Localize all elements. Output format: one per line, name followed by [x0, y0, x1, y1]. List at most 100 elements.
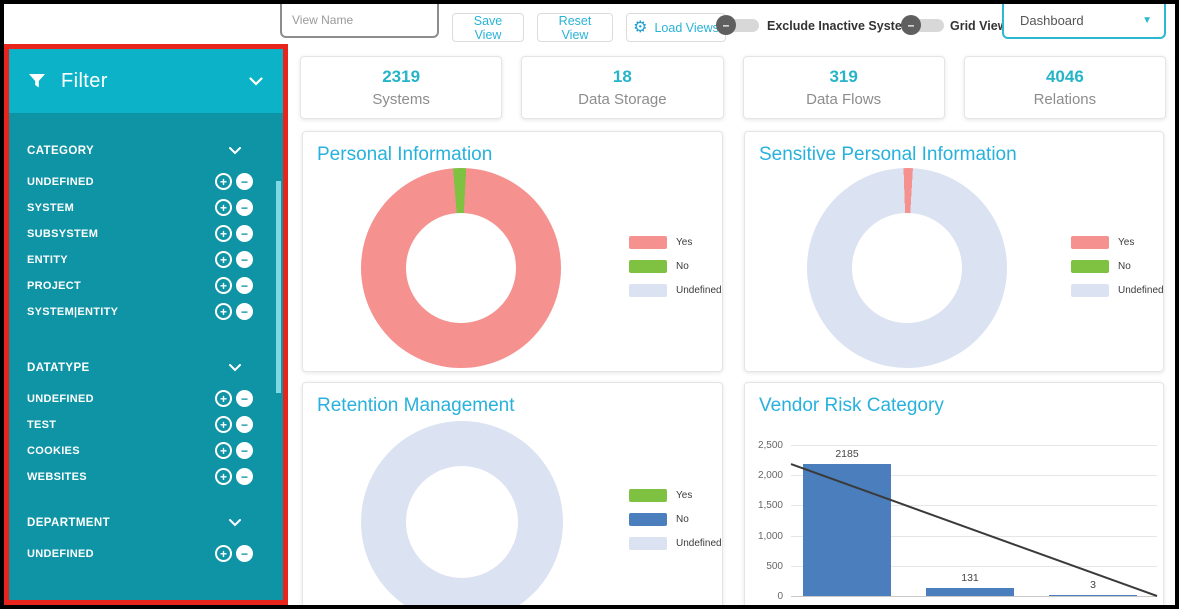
minus-circle-icon[interactable]: − [236, 416, 253, 433]
minus-circle-icon[interactable]: − [236, 173, 253, 190]
minus-circle-icon[interactable]: − [236, 251, 253, 268]
grid-view-toggle[interactable]: – [901, 15, 949, 35]
view-selector-dropdown[interactable]: Dashboard ▼ [1002, 4, 1166, 39]
legend-swatch [629, 537, 667, 550]
y-axis-tick-label: 0 [745, 591, 783, 602]
personal-information-card: Personal Information YesNoUndefined [302, 131, 723, 372]
sidebar-scrollbar[interactable] [276, 181, 281, 393]
filter-section-header-datatype[interactable]: DATATYPE [27, 360, 265, 376]
filter-item-label: UNDEFINED [27, 393, 215, 405]
load-views-label: Load Views [654, 21, 718, 35]
stat-label: Data Flows [806, 91, 881, 108]
plus-circle-icon[interactable]: + [215, 468, 232, 485]
chart-title: Vendor Risk Category [759, 395, 944, 417]
legend-swatch [629, 513, 667, 526]
grid-view-label: Grid View [950, 19, 1007, 33]
minus-circle-icon[interactable]: − [236, 390, 253, 407]
view-name-input[interactable] [280, 4, 439, 38]
legend-item-undefined: Undefined [629, 284, 722, 297]
plus-circle-icon[interactable]: + [215, 416, 232, 433]
filter-body: CATEGORYUNDEFINED+−SYSTEM+−SUBSYSTEM+−EN… [9, 113, 283, 600]
plus-circle-icon[interactable]: + [215, 277, 232, 294]
filter-section-header-category[interactable]: CATEGORY [27, 143, 265, 159]
filter-item-undefined: UNDEFINED+− [27, 545, 265, 562]
filter-section-department: DEPARTMENT UNDEFINED+− [27, 515, 265, 562]
legend-label: No [1118, 261, 1131, 272]
minus-circle-icon[interactable]: − [236, 225, 253, 242]
filter-item-label: UNDEFINED [27, 176, 215, 188]
filter-item-buttons: +− [215, 277, 253, 294]
y-axis-tick-label: 2,000 [745, 470, 783, 481]
filter-sidebar-annotation: Filter CATEGORYUNDEFINED+−SYSTEM+−SUBSYS… [4, 44, 288, 605]
donut-ring [361, 421, 563, 609]
chevron-down-icon[interactable] [229, 364, 241, 372]
filter-item-buttons: +− [215, 390, 253, 407]
filter-item-label: TEST [27, 419, 215, 431]
retention-management-card: Retention Management YesNoUndefined [302, 382, 723, 609]
legend-swatch [629, 284, 667, 297]
stat-value: 18 [613, 67, 632, 87]
filter-item-buttons: +− [215, 199, 253, 216]
filter-item-undefined: UNDEFINED+− [27, 390, 265, 407]
plus-circle-icon[interactable]: + [215, 199, 232, 216]
filter-item-buttons: +− [215, 225, 253, 242]
trend-line [791, 445, 1157, 596]
funnel-icon [29, 74, 45, 88]
filter-header[interactable]: Filter [9, 49, 283, 113]
exclude-inactive-systems-toggle[interactable]: – [716, 15, 764, 35]
plus-circle-icon[interactable]: + [215, 545, 232, 562]
filter-item-label: PROJECT [27, 280, 215, 292]
minus-circle-icon[interactable]: − [236, 442, 253, 459]
stat-card-data-storage: 18 Data Storage [521, 56, 723, 119]
filter-section-name: DATATYPE [27, 362, 229, 374]
stat-label: Systems [372, 91, 430, 108]
y-axis-tick-label: 1,500 [745, 500, 783, 511]
minus-circle-icon[interactable]: − [236, 468, 253, 485]
minus-circle-icon[interactable]: − [236, 303, 253, 320]
chart-legend: YesNoUndefined [1071, 236, 1164, 308]
save-view-button[interactable]: Save View [452, 13, 524, 42]
y-axis-tick-label: 2,500 [745, 440, 783, 451]
minus-circle-icon[interactable]: − [236, 277, 253, 294]
minus-icon: – [716, 15, 736, 35]
reset-view-button[interactable]: Reset View [537, 13, 613, 42]
filter-item-project: PROJECT+− [27, 277, 265, 294]
stat-card-relations: 4046Relations [964, 56, 1166, 119]
filter-item-buttons: +− [215, 303, 253, 320]
stat-value: 2319 [382, 67, 420, 87]
chevron-down-icon[interactable] [249, 77, 263, 86]
chevron-down-icon[interactable] [229, 147, 241, 155]
filter-item-buttons: +− [215, 251, 253, 268]
filter-item-label: WEBSITES [27, 471, 215, 483]
filter-title: Filter [61, 70, 249, 93]
stat-label: Relations [1034, 91, 1097, 108]
legend-swatch [1071, 284, 1109, 297]
filter-item-label: COOKIES [27, 445, 215, 457]
legend-swatch [629, 260, 667, 273]
plus-circle-icon[interactable]: + [215, 225, 232, 242]
plus-circle-icon[interactable]: + [215, 442, 232, 459]
plus-circle-icon[interactable]: + [215, 251, 232, 268]
filter-item-buttons: +− [215, 416, 253, 433]
load-views-button[interactable]: ⚙ Load Views [626, 13, 726, 42]
plus-circle-icon[interactable]: + [215, 390, 232, 407]
chart-legend: YesNoUndefined [629, 236, 722, 308]
plus-circle-icon[interactable]: + [215, 303, 232, 320]
minus-circle-icon[interactable]: − [236, 545, 253, 562]
legend-swatch [1071, 236, 1109, 249]
legend-item-undefined: Undefined [629, 537, 722, 550]
gear-icon: ⚙ [633, 20, 647, 36]
legend-swatch [629, 489, 667, 502]
donut-ring [807, 168, 1007, 368]
filter-item-buttons: +− [215, 545, 253, 562]
y-axis-tick-label: 500 [745, 561, 783, 572]
chevron-down-icon[interactable] [229, 519, 241, 527]
filter-section-header-department[interactable]: DEPARTMENT [27, 515, 265, 531]
vendor-risk-category-card: Vendor Risk Category 218513132,5002,0001… [744, 382, 1164, 609]
gridline [791, 596, 1157, 597]
stat-label: Data Storage [578, 91, 666, 108]
filter-section-category: CATEGORYUNDEFINED+−SYSTEM+−SUBSYSTEM+−EN… [27, 143, 265, 320]
legend-label: Yes [676, 237, 692, 248]
minus-circle-icon[interactable]: − [236, 199, 253, 216]
plus-circle-icon[interactable]: + [215, 173, 232, 190]
